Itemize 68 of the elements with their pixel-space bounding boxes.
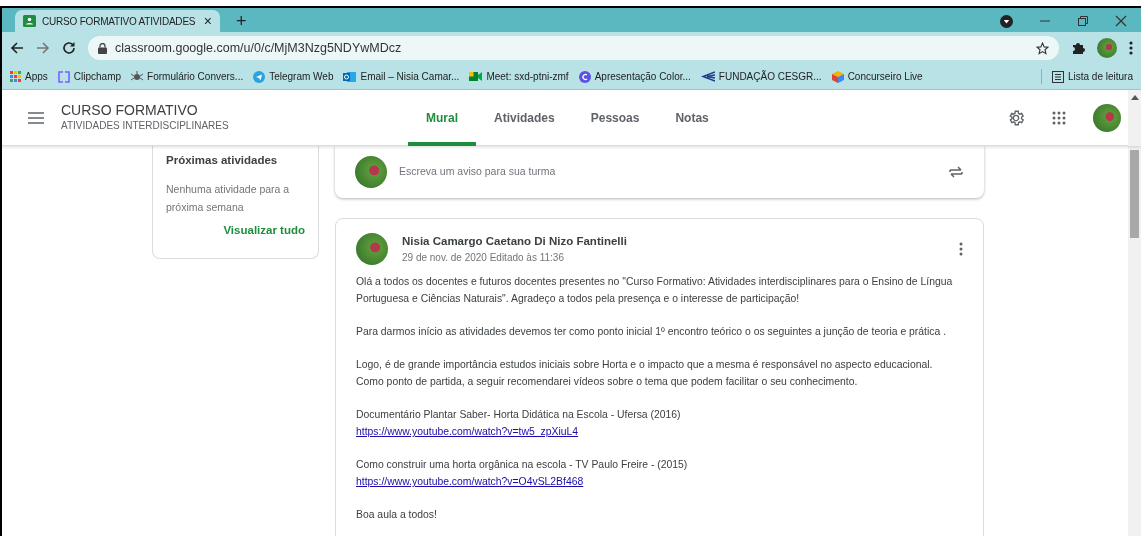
- view-all-link[interactable]: Visualizar tudo: [166, 221, 305, 240]
- forward-arrow-icon[interactable]: [36, 41, 50, 55]
- video-link[interactable]: https://www.youtube.com/watch?v=O4vSL2Bf468: [356, 476, 584, 488]
- back-arrow-icon[interactable]: [10, 41, 24, 55]
- menu-icon[interactable]: [28, 111, 44, 124]
- bookmark[interactable]: Apps: [10, 69, 48, 84]
- more-options-icon[interactable]: [959, 242, 963, 257]
- profile-avatar[interactable]: [1093, 103, 1121, 132]
- post-text: Documentário Plantar Saber- Horta Didática na Escola - Ufersa (2016): [356, 409, 681, 421]
- lock-icon: [98, 42, 107, 54]
- video-link[interactable]: https://www.youtube.com/watch?v=tw5_zpXiuL4: [356, 426, 579, 438]
- reading-list-button[interactable]: Lista de leitura: [1040, 69, 1133, 84]
- apps-grid-icon: [10, 71, 21, 82]
- class-tab[interactable]: Mural: [408, 89, 476, 146]
- paper-plane-icon: [253, 70, 266, 83]
- author-name: Nisia Camargo Caetano Di Nizo Fantinelli: [402, 234, 628, 249]
- upcoming-message: Nenhuma atividade para a próxima semana: [166, 181, 291, 215]
- bookmark[interactable]: Formulário Convers...: [131, 69, 244, 84]
- restore-icon[interactable]: [1077, 15, 1089, 27]
- post-text: Para darmos início as atividades devemos ter como ponto inicial 1º encontro teórico o os seguintes a junção de teoria e prática .: [356, 326, 947, 338]
- class-subtitle: ATIVIDADES INTERDISCIPLINARES: [61, 119, 230, 133]
- more-options-icon[interactable]: [1129, 41, 1133, 55]
- user-avatar: [355, 156, 387, 188]
- bookmark[interactable]: Concurseiro Live: [831, 69, 923, 84]
- letter-c-icon: [578, 70, 591, 83]
- post-text: Logo, é de grande importância estudos iniciais sobre Horta e o impacto que a mesma é responsável no aspecto educacional. Como ponto de partida, a seguir recomendarei vídeos sobre o tema que podem facilitar o seu conhecimento.: [356, 359, 933, 388]
- apps-grid-icon[interactable]: [1052, 110, 1066, 125]
- post-text: Como construir uma horta orgânica na escola - TV Paulo Freire - (2015): [356, 459, 688, 471]
- close-tab-button[interactable]: ×: [203, 14, 212, 28]
- scroll-up-icon[interactable]: [1130, 94, 1139, 100]
- puzzle-piece-icon[interactable]: [1071, 41, 1085, 55]
- classroom-icon: [23, 15, 36, 27]
- class-title: CURSO FORMATIVO: [61, 102, 199, 118]
- close-icon[interactable]: [1115, 15, 1127, 27]
- repost-icon[interactable]: [948, 164, 964, 180]
- bookmark[interactable]: Meet: sxd-ptni-zmf: [469, 69, 569, 84]
- class-tab[interactable]: Pessoas: [572, 89, 658, 146]
- reload-icon[interactable]: [62, 41, 76, 55]
- profile-avatar[interactable]: [1097, 38, 1117, 58]
- settings-icon[interactable]: [1007, 108, 1025, 127]
- tab-title: CURSO FORMATIVO ATIVIDADES: [42, 14, 197, 29]
- bookmark[interactable]: Apresentação Color...: [578, 69, 691, 84]
- mail-logo-icon: [343, 70, 357, 83]
- dropdown-icon[interactable]: [1000, 14, 1013, 28]
- new-tab-button[interactable]: +: [230, 10, 253, 32]
- bookmark[interactable]: Email – Nisia Camar...: [343, 69, 460, 84]
- upcoming-title: Próximas atividades: [166, 154, 279, 168]
- bookmark[interactable]: FUNDAÇÃO CESGR...: [700, 69, 822, 84]
- arrow-logo-icon: [700, 71, 715, 82]
- list-icon: [1051, 70, 1064, 83]
- bug-icon: [131, 70, 144, 83]
- address-bar[interactable]: classroom.google.com/u/0/c/MjM3Nzg5NDYwMDcz: [88, 36, 1059, 60]
- post-date: 29 de nov. de 2020 Editado às 11:36: [402, 251, 565, 266]
- scrollbar-thumb[interactable]: [1130, 150, 1139, 238]
- class-tab[interactable]: Atividades: [476, 89, 573, 146]
- class-tab[interactable]: Notas: [657, 89, 727, 146]
- post-text: Boa aula a todos!: [356, 509, 437, 521]
- composer-placeholder: Escreva um aviso para sua turma: [399, 164, 557, 180]
- video-camera-icon: [469, 71, 483, 82]
- bookmark[interactable]: Clipchamp: [57, 69, 122, 84]
- bookmark[interactable]: Telegram Web: [253, 69, 334, 84]
- author-avatar: [356, 233, 388, 266]
- post-text: Olá a todos os docentes e futuros docentes presentes no "Curso Formativo: Atividades interdisciplinares para o Ensino de Língua Portuguesa e Ciências Naturais". Agradeço a todos pela presença e o interesse de participação!: [356, 276, 953, 305]
- cube-icon: [831, 70, 844, 83]
- star-icon[interactable]: [1036, 41, 1049, 55]
- bracket-logo-icon: [57, 70, 70, 83]
- announcement-composer[interactable]: Escreva um aviso para sua turma: [335, 146, 984, 198]
- browser-tab[interactable]: CURSO FORMATIVO ATIVIDADES ×: [15, 10, 220, 32]
